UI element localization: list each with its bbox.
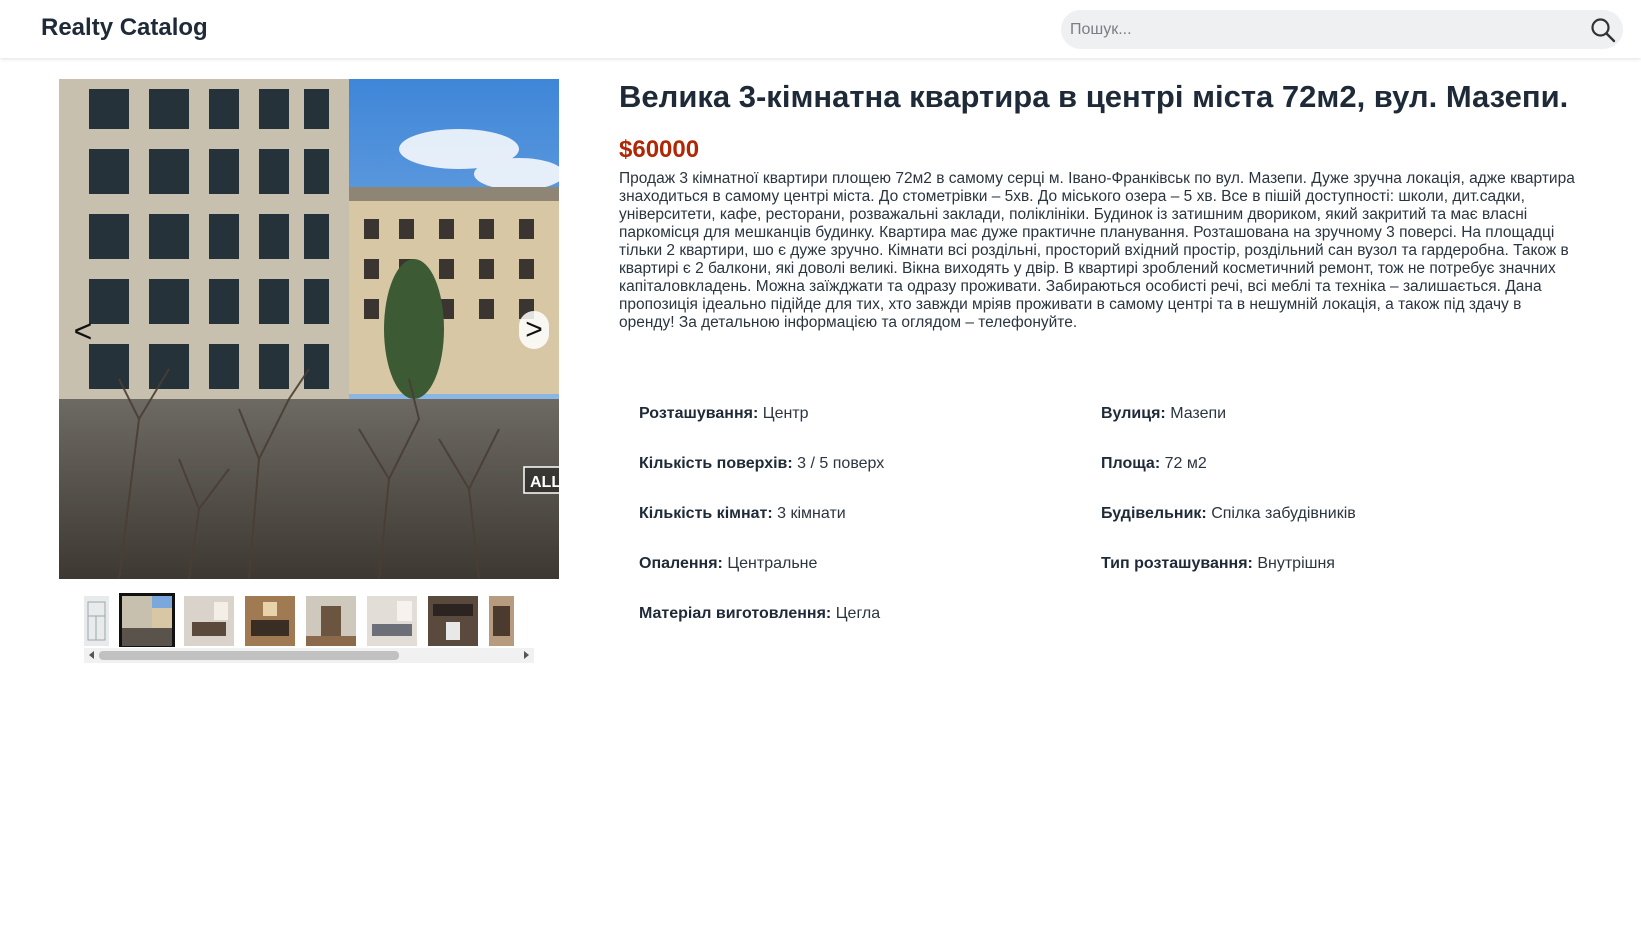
thumbnail-bedroom[interactable] [367, 596, 417, 646]
thumbnail-kitchen[interactable] [428, 596, 478, 646]
attr-street: Вулиця: Мазепи [1101, 405, 1227, 422]
attr-floors: Кількість поверхів: 3 / 5 поверх [639, 455, 885, 472]
photo-gallery: ALL < > [59, 79, 559, 579]
watermark-text: ALL [530, 474, 559, 491]
attr-material: Матеріал виготовлення: Цегла [639, 605, 881, 622]
scrollbar-thumb[interactable] [99, 651, 399, 660]
prev-photo-button[interactable]: < [68, 312, 98, 350]
scroll-right-arrow-icon[interactable] [524, 651, 529, 659]
attr-location: Розташування: Центр [639, 405, 809, 422]
attr-placement-type: Тип розташування: Внутрішня [1101, 555, 1335, 572]
watermark: ALL [523, 466, 559, 494]
thumbnail-floorplan[interactable] [84, 596, 109, 646]
listing-title: Велика 3-кімнатна квартира в центрі міст… [619, 79, 1569, 114]
attr-rooms: Кількість кімнат: 3 кімнати [639, 505, 846, 522]
site-header: Realty Catalog [0, 0, 1641, 58]
thumbnail-hallway[interactable] [306, 596, 356, 646]
search-icon[interactable] [1589, 16, 1617, 44]
attr-area: Площа: 72 м2 [1101, 455, 1207, 472]
thumbnail-living-room[interactable] [184, 596, 234, 646]
attr-heating: Опалення: Центральне [639, 555, 818, 572]
attr-builder: Будівельник: Спілка забудівників [1101, 505, 1356, 522]
site-logo[interactable]: Realty Catalog [41, 14, 208, 42]
main-photo: ALL [59, 79, 559, 579]
thumbnail-building[interactable] [119, 593, 175, 647]
search-input[interactable] [1061, 10, 1570, 49]
thumbnail-strip[interactable] [84, 593, 534, 647]
listing-description: Продаж 3 кімнатної квартири площею 72м2 … [619, 170, 1575, 331]
thumbnail-sofa-room[interactable] [245, 596, 295, 646]
scroll-left-arrow-icon[interactable] [89, 651, 94, 659]
thumbnail-carousel [84, 593, 534, 663]
next-photo-button[interactable]: > [519, 311, 549, 349]
search-bar [1061, 10, 1623, 49]
thumbnail-room[interactable] [489, 596, 514, 646]
listing-price: $60000 [619, 136, 700, 163]
thumbnail-scrollbar[interactable] [84, 648, 534, 663]
listing-details: Велика 3-кімнатна квартира в центрі міст… [619, 78, 1579, 622]
